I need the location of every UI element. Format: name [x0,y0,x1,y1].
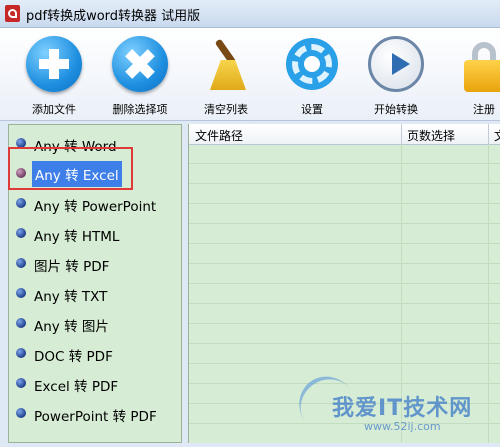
column-header-truncated[interactable]: 文 [494,127,500,144]
sidebar-item-label: Any 转 TXT [34,289,108,305]
column-header-file-path[interactable]: 文件路径 [195,127,243,144]
sidebar-item-any-to-powerpoint[interactable]: Any 转 PowerPoint [9,192,181,215]
watermark-text: 我爱IT技术网 [332,396,473,421]
register-button[interactable]: 注册 [442,28,500,120]
delete-icon [112,36,168,92]
watermark-url: www.52ij.com [364,420,441,433]
bullet-icon [16,228,26,238]
bullet-icon [16,378,26,388]
site-watermark: 我爱IT技术网 www.52ij.com [287,365,490,447]
sidebar-item-label: Excel 转 PDF [34,379,119,395]
sidebar-item-excel-to-pdf[interactable]: Excel 转 PDF [9,372,181,395]
sidebar-item-label: Any 转 PowerPoint [34,199,157,215]
clear-list-label: 清空列表 [204,103,248,116]
lock-icon [456,36,500,92]
pdf-app-icon [5,5,20,22]
selection-highlight-box [8,147,133,190]
bullet-icon [16,288,26,298]
sidebar-item-any-to-html[interactable]: Any 转 HTML [9,222,181,245]
sidebar-item-powerpoint-to-pdf[interactable]: PowerPoint 转 PDF [9,402,181,425]
bullet-icon [16,258,26,268]
add-file-label: 添加文件 [32,103,76,116]
column-divider[interactable] [488,124,489,144]
table-header: 文件路径 页数选择 文 [189,124,500,145]
sidebar-item-label: Any 转 HTML [34,229,120,245]
play-icon [368,36,424,92]
settings-label: 设置 [301,103,323,116]
sidebar-item-label: 图片 转 PDF [34,259,110,275]
add-file-button[interactable]: 添加文件 [12,28,96,120]
column-divider[interactable] [401,124,402,144]
delete-selected-label: 删除选择项 [112,103,168,116]
sidebar-item-doc-to-pdf[interactable]: DOC 转 PDF [9,342,181,365]
start-convert-button[interactable]: 开始转换 [354,28,438,120]
title-bar: pdf转换成word转换器 试用版 [0,0,500,28]
window-title: pdf转换成word转换器 试用版 [26,9,201,24]
bullet-icon [16,318,26,328]
clear-list-button[interactable]: 清空列表 [184,28,268,120]
start-convert-label: 开始转换 [374,103,418,116]
bullet-icon [16,408,26,418]
bullet-icon [16,348,26,358]
gear-icon [284,36,340,92]
bullet-icon [16,198,26,208]
sidebar-item-any-to-image[interactable]: Any 转 图片 [9,312,181,335]
delete-selected-button[interactable]: 删除选择项 [98,28,182,120]
register-label: 注册 [473,103,495,116]
sidebar-item-label: Any 转 图片 [34,319,109,335]
settings-button[interactable]: 设置 [270,28,354,120]
toolbar: 添加文件 删除选择项 清空列表 设置 开始转换 注册 [0,28,500,121]
sidebar-item-image-to-pdf[interactable]: 图片 转 PDF [9,252,181,275]
sidebar-item-label: DOC 转 PDF [34,349,113,365]
broom-icon [198,36,254,92]
add-icon [26,36,82,92]
sidebar-item-any-to-txt[interactable]: Any 转 TXT [9,282,181,305]
column-header-page-selection[interactable]: 页数选择 [407,127,455,144]
sidebar-item-label: PowerPoint 转 PDF [34,409,157,425]
